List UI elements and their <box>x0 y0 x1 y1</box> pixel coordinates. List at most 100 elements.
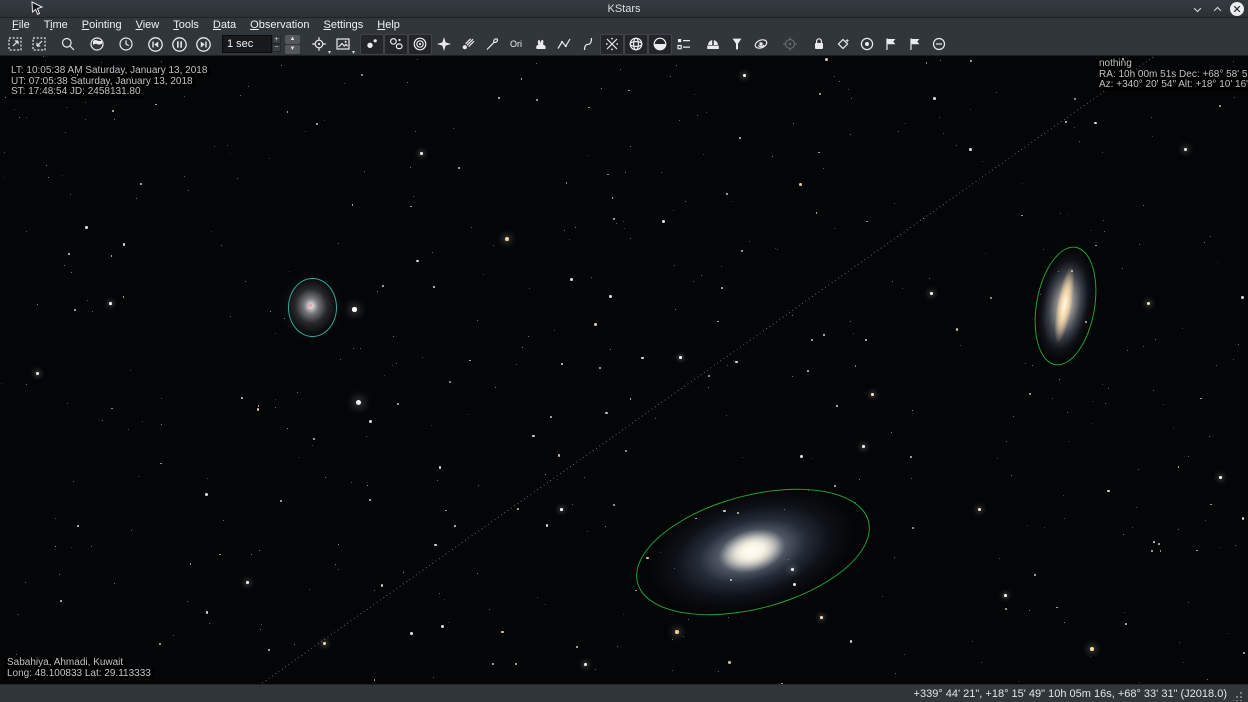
show-equatorial-grid-icon[interactable] <box>624 34 648 55</box>
menu-tools[interactable]: Tools <box>166 18 206 33</box>
star <box>676 65 677 66</box>
star <box>708 387 709 388</box>
diamond-sparkle-icon[interactable] <box>831 34 855 55</box>
star <box>1094 122 1097 125</box>
location-name-text: Sabahiya, Ahmadi, Kuwait <box>4 658 126 669</box>
resize-grip[interactable] <box>1233 692 1242 701</box>
show-comets-icon[interactable] <box>456 34 480 55</box>
menu-settings[interactable]: Settings <box>316 18 370 33</box>
star <box>123 243 126 246</box>
star <box>64 265 65 266</box>
star <box>1143 205 1144 206</box>
star <box>445 510 447 512</box>
star <box>478 485 479 486</box>
star <box>1091 423 1092 424</box>
time-step-down-button[interactable]: ▼ <box>285 45 300 54</box>
ekos-dome-icon[interactable] <box>701 34 725 55</box>
star <box>1241 296 1244 299</box>
star <box>670 76 671 77</box>
target-dot-icon[interactable] <box>855 34 879 55</box>
show-horizon-icon[interactable] <box>648 34 672 55</box>
show-satellites-icon[interactable] <box>480 34 504 55</box>
star <box>630 238 631 239</box>
menu-observation[interactable]: Observation <box>243 18 316 33</box>
zoom-in-view-icon[interactable] <box>3 34 27 55</box>
star <box>902 288 903 289</box>
show-supernovae-icon[interactable] <box>432 34 456 55</box>
show-constellation-boundaries-icon[interactable] <box>576 34 600 55</box>
show-deep-sky-icon[interactable] <box>384 34 408 55</box>
star <box>493 245 494 246</box>
time-step-back-icon[interactable] <box>143 34 167 55</box>
set-time-icon[interactable] <box>114 34 138 55</box>
menu-data[interactable]: Data <box>206 18 243 33</box>
star <box>787 310 788 311</box>
time-step-plus-button[interactable]: + <box>272 36 281 44</box>
time-step-forward-icon[interactable] <box>191 34 215 55</box>
star <box>607 174 608 175</box>
menu-file[interactable]: File <box>5 18 37 33</box>
show-constellation-art-icon[interactable] <box>528 34 552 55</box>
star <box>894 203 895 204</box>
star <box>969 148 972 151</box>
flag-icon-1[interactable] <box>879 34 903 55</box>
minimize-icon[interactable] <box>1190 2 1204 16</box>
geographic-location-icon[interactable] <box>85 34 109 55</box>
star <box>1151 117 1152 118</box>
menu-help[interactable]: Help <box>370 18 407 33</box>
selection-ellipse-cyan[interactable] <box>288 278 337 337</box>
star <box>297 392 298 393</box>
menu-view[interactable]: View <box>129 18 167 33</box>
star <box>221 245 222 246</box>
show-constellation-lines-icon[interactable] <box>552 34 576 55</box>
time-step-up-button[interactable]: ▲ <box>285 35 300 44</box>
star <box>1153 541 1155 543</box>
star <box>324 120 325 121</box>
star <box>1013 416 1014 417</box>
menu-time[interactable]: Time <box>37 18 75 33</box>
sky-map[interactable]: LT: 10:05:38 AM Saturday, January 13, 20… <box>0 56 1248 684</box>
star <box>241 397 243 399</box>
star <box>360 348 361 349</box>
show-solar-system-icon[interactable] <box>408 34 432 55</box>
star <box>275 407 276 408</box>
show-stars-icon[interactable] <box>360 34 384 55</box>
maximize-icon[interactable] <box>1210 2 1224 16</box>
close-icon[interactable] <box>1230 2 1244 16</box>
lock-icon[interactable] <box>807 34 831 55</box>
star <box>415 131 416 132</box>
star <box>1071 270 1072 271</box>
star <box>219 554 221 556</box>
star <box>207 478 208 479</box>
whats-interesting-icon[interactable] <box>672 34 696 55</box>
star <box>850 321 851 322</box>
observation-planner-icon[interactable] <box>725 34 749 55</box>
star <box>130 370 131 371</box>
star <box>87 300 88 301</box>
zoom-out-view-icon[interactable] <box>27 34 51 55</box>
minus-circle-icon[interactable] <box>927 34 951 55</box>
time-pause-icon[interactable] <box>167 34 191 55</box>
time-step-input[interactable]: 1 sec <box>222 35 272 53</box>
hips-overlay-icon[interactable] <box>749 34 773 55</box>
focus-crosshair-icon[interactable]: ▾ <box>307 34 331 55</box>
star <box>1242 517 1245 520</box>
time-step-minus-button[interactable]: − <box>272 44 281 52</box>
find-object-icon[interactable] <box>56 34 80 55</box>
menu-pointing[interactable]: Pointing <box>75 18 129 33</box>
star <box>749 241 750 242</box>
show-constellation-names-icon[interactable]: Ori <box>504 34 528 55</box>
star <box>741 617 742 618</box>
flag-icon-2[interactable] <box>903 34 927 55</box>
star <box>1238 344 1239 345</box>
sky-image-icon[interactable]: ▾ <box>331 34 355 55</box>
star <box>730 579 732 581</box>
star <box>1065 121 1067 123</box>
star <box>1074 127 1075 128</box>
star <box>458 167 460 169</box>
star <box>599 367 601 369</box>
object-ellipse-green-small[interactable] <box>1026 242 1105 370</box>
star <box>1067 412 1068 413</box>
show-milky-way-icon[interactable] <box>600 34 624 55</box>
star <box>625 450 627 452</box>
